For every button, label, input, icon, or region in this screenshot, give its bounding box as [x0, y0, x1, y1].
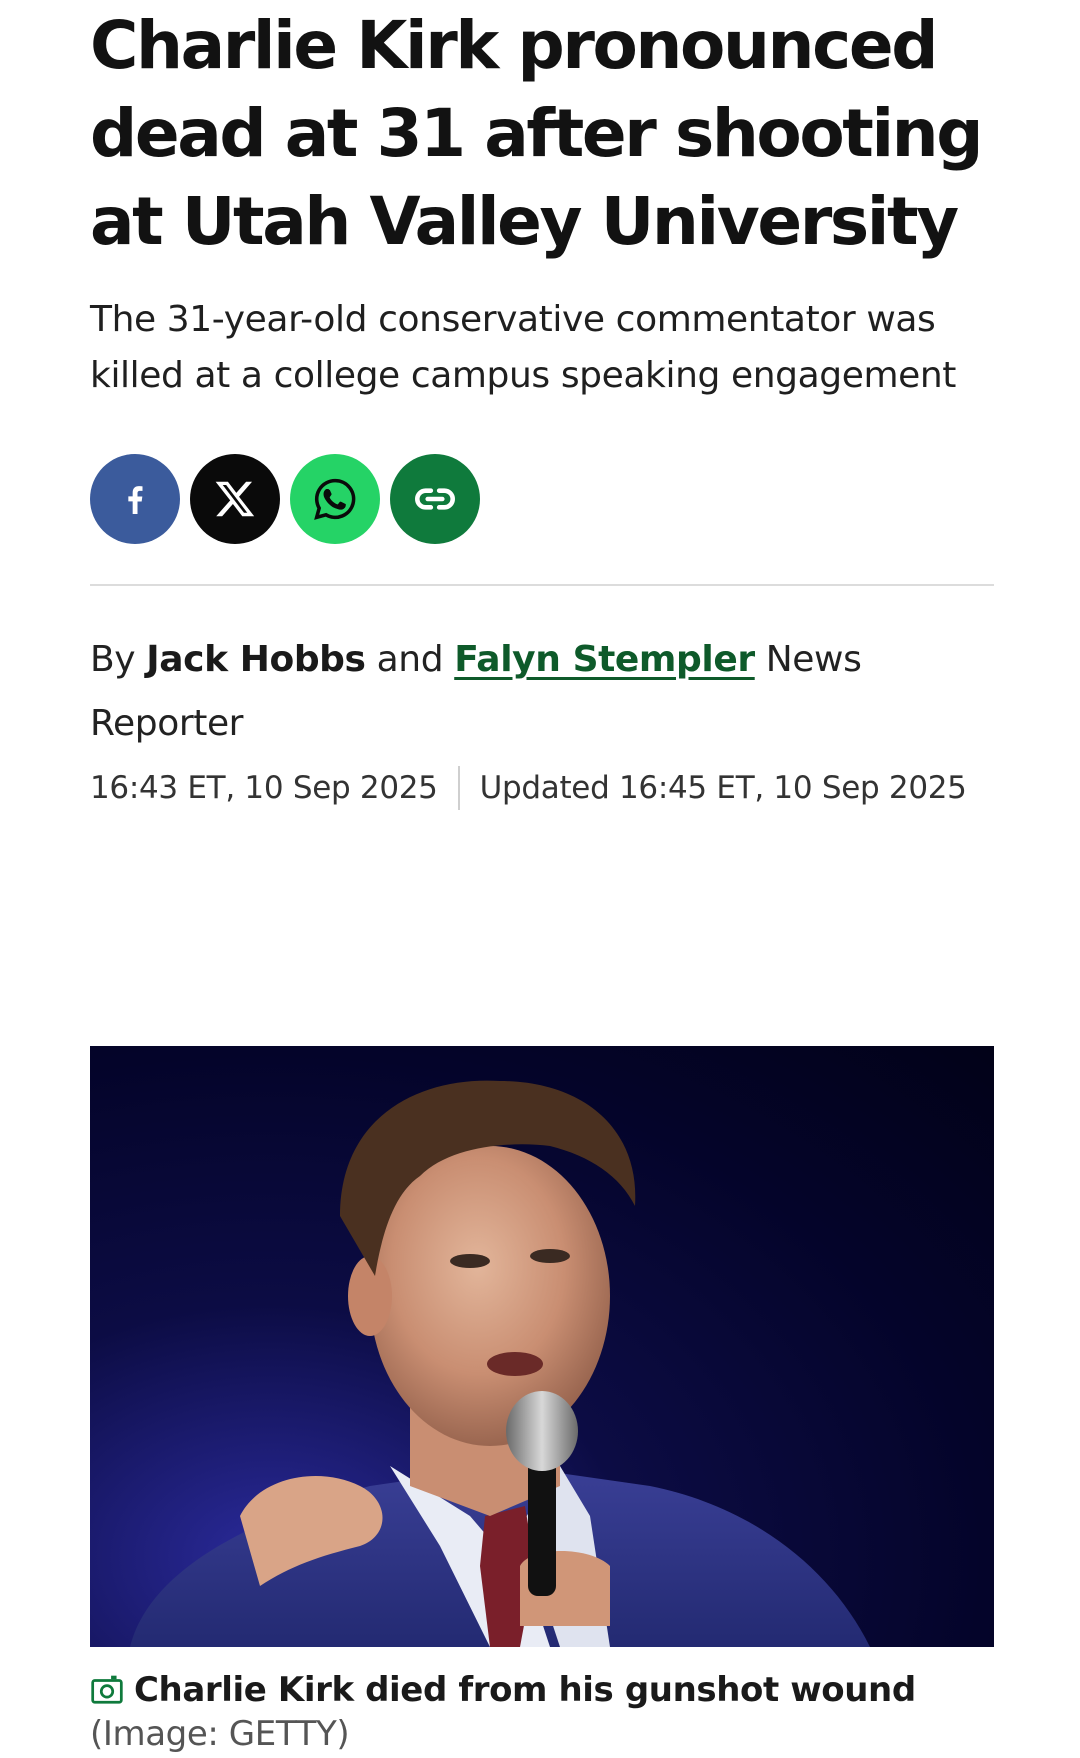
share-whatsapp-button[interactable] — [290, 454, 380, 544]
share-x-button[interactable] — [190, 454, 280, 544]
camera-icon — [91, 1675, 123, 1704]
caption-text: Charlie Kirk died from his gunshot wound — [134, 1670, 916, 1710]
byline-conjunction: and — [376, 639, 444, 680]
author-link[interactable]: Falyn Stempler — [454, 639, 755, 680]
link-icon — [415, 488, 455, 510]
share-bar — [90, 454, 994, 544]
x-icon — [215, 481, 255, 517]
timestamp-separator — [457, 766, 460, 810]
image-caption: Charlie Kirk died from his gunshot wound… — [90, 1668, 994, 1756]
published-time: 16:43 ET, 10 Sep 2025 — [90, 770, 438, 806]
share-facebook-button[interactable] — [90, 454, 180, 544]
updated-time: Updated 16:45 ET, 10 Sep 2025 — [479, 770, 967, 806]
article-header: Charlie Kirk pronounced dead at 31 after… — [90, 0, 994, 810]
facebook-icon — [128, 486, 143, 514]
byline-prefix: By — [90, 639, 136, 680]
author-name[interactable]: Jack Hobbs — [146, 639, 366, 680]
hero-photo — [130, 1080, 870, 1647]
image-credit: (Image: GETTY) — [90, 1714, 350, 1754]
divider — [90, 584, 994, 586]
headline: Charlie Kirk pronounced dead at 31 after… — [90, 7, 984, 260]
standfirst: The 31-year-old conservative commentator… — [90, 299, 957, 396]
timestamps: 16:43 ET, 10 Sep 2025 Updated 16:45 ET, … — [90, 766, 994, 810]
byline: By Jack Hobbs and Falyn Stempler News Re… — [90, 628, 994, 756]
copy-link-button[interactable] — [390, 454, 480, 544]
whatsapp-icon — [314, 478, 356, 520]
hero-image[interactable] — [90, 1046, 994, 1647]
